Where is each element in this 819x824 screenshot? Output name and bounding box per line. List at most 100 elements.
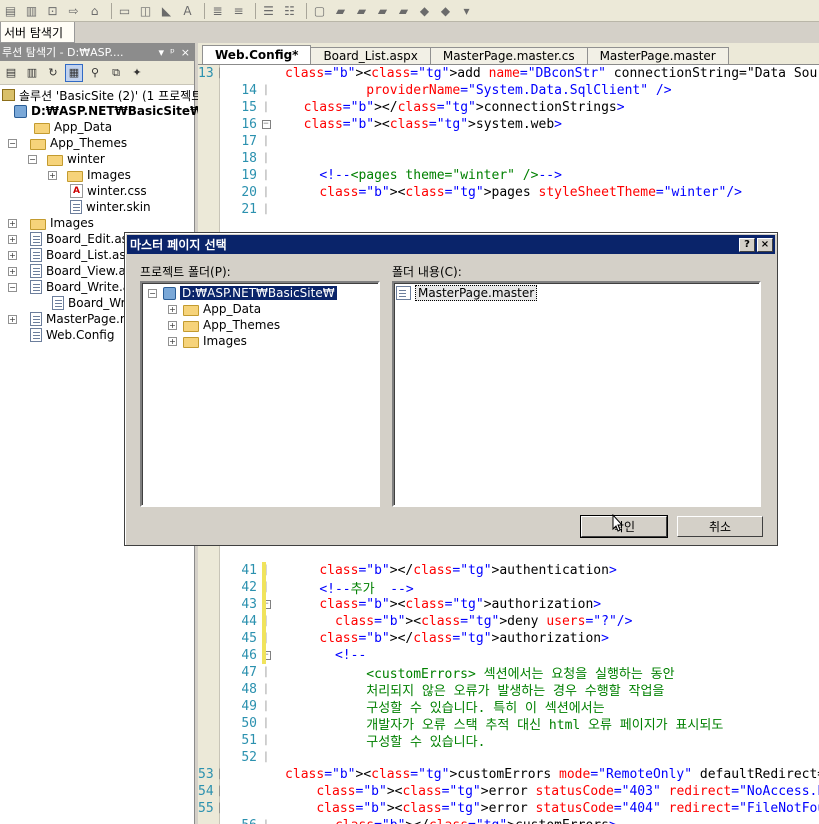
tree-item[interactable]: + App_Data [168,301,261,317]
tab-board-list[interactable]: Board_List.aspx [310,47,431,64]
toolbar-button[interactable]: ≡ [230,3,247,19]
ok-button[interactable]: 확인 [580,515,668,538]
code-line[interactable]: 13 │ class="b"><class="tg">add name="DBco… [198,65,819,82]
expand-icon[interactable]: + [48,170,57,180]
server-explorer-tab[interactable]: 서버 탐색기 [0,22,75,43]
toolbar-button[interactable]: ☷ [281,3,298,19]
toolbar-button[interactable]: ◣ [158,3,175,19]
tree-item[interactable]: + Board_Edit.aspx [8,231,143,247]
toolbar-button[interactable]: ◆ [437,3,454,19]
tree-item[interactable]: App_Data [34,119,112,135]
expand-icon[interactable]: + [168,304,177,314]
tree-item[interactable]: − winter [28,151,105,167]
code-line[interactable]: 52 │ [198,749,819,766]
collapse-icon[interactable]: − [8,282,17,292]
toolbar-button[interactable]: ◫ [137,3,154,19]
code-line[interactable]: 55 │ class="b"><class="tg">error statusCo… [198,800,819,817]
tree-item[interactable]: + Images [48,167,131,183]
project-folder-tree[interactable]: − D:₩ASP.NET₩BasicSite₩ + App_Data + App_Th… [140,281,380,507]
tree-item[interactable]: D:₩ASP.NET₩BasicSite₩ [14,103,203,119]
copy-website-icon[interactable]: ⧉ [107,64,125,82]
code-line[interactable]: 21 │ [198,201,819,218]
code-line[interactable]: 51 │ 구성할 수 있습니다. [198,732,819,750]
toolbar-button[interactable]: ☰ [260,3,277,19]
tree-item[interactable]: winter.skin [70,199,151,215]
solution-explorer-toolbar: ▤ ▥ ↻ ▦ ⚲ ⧉ ✦ [0,61,194,85]
tree-item[interactable]: − D:₩ASP.NET₩BasicSite₩ [148,285,337,301]
code-line[interactable]: 44│ class="b"><class="tg">deny users="?"… [198,613,819,630]
code-line[interactable]: 46− <!-- [198,647,819,664]
tree-item[interactable]: 솔루션 'BasicSite (2)' (1 프로젝트 [2,87,202,103]
code-line[interactable]: 19 │ <!--<pages theme="winter" />--> [198,167,819,184]
tab-masterpage-cs[interactable]: MasterPage.master.cs [429,47,588,64]
toolbar-button[interactable]: ▤ [2,3,19,19]
nest-files-icon[interactable]: ▦ [65,63,83,82]
folder-contents-list[interactable]: MasterPage.master [392,281,761,507]
expand-icon[interactable]: + [8,234,17,244]
toolbar-button[interactable]: ▢ [311,3,328,19]
code-line[interactable]: 18 │ [198,150,819,167]
show-all-files-icon[interactable]: ▥ [23,64,41,82]
toolbar-button[interactable]: ▥ [23,3,40,19]
code-line[interactable]: 43− class="b"><class="tg">authorization> [198,596,819,613]
toolbar-button[interactable]: ▭ [116,3,133,19]
collapse-icon[interactable]: − [28,154,37,164]
toolbar-button[interactable]: ▰ [395,3,412,19]
tab-masterpage[interactable]: MasterPage.master [586,47,729,64]
tab-web-config[interactable]: Web.Config* [202,45,312,64]
toolbar-button[interactable]: A [179,3,196,19]
code-line[interactable]: 53 │ class="b"><class="tg">customErrors m… [198,766,819,783]
tree-item[interactable]: + Board_List.aspx [8,247,140,263]
code-line[interactable]: 50 │ 개발자가 오류 스택 추적 대신 html 오류 페이지가 표시되도 [198,715,819,733]
toolbar-button[interactable]: ≣ [209,3,226,19]
toolbar-button[interactable]: ⇨ [65,3,82,19]
code-line[interactable]: 14 │ providerName="System.Data.SqlClient"… [198,82,819,99]
toolbar-button[interactable]: ▰ [353,3,370,19]
dropdown-icon[interactable]: ▾ [159,46,165,59]
code-line[interactable]: 47 │ <customErrors> 섹션에서는 요청을 실행하는 동안 [198,664,819,682]
tree-item[interactable]: + Images [168,333,247,349]
asp-config-icon[interactable]: ✦ [128,64,146,82]
collapse-icon[interactable]: − [8,138,17,148]
code-line[interactable]: 49 │ 구성할 수 있습니다. 특히 이 섹션에서는 [198,698,819,716]
tree-item[interactable]: Awinter.css [70,183,147,199]
refresh-icon[interactable]: ↻ [44,64,62,82]
list-item[interactable]: MasterPage.master [396,285,538,301]
view-designer-icon[interactable]: ⚲ [86,64,104,82]
tree-item[interactable]: − App_Themes [8,135,127,151]
expand-icon[interactable]: + [168,336,177,346]
toolbar-button[interactable]: ▾ [458,3,475,19]
toolbar-button[interactable]: ⊡ [44,3,61,19]
help-button[interactable]: ? [739,237,755,252]
tree-item[interactable]: + Images [8,215,94,231]
expand-icon[interactable]: + [8,314,17,324]
code-line[interactable]: 48 │ 처리되지 않은 오류가 발생하는 경우 수행할 작업을 [198,681,819,699]
code-line[interactable]: 20 │ class="b"><class="tg">pages styleShe… [198,184,819,201]
code-line[interactable]: 16− class="b"><class="tg">system.web> [198,116,819,133]
cancel-button[interactable]: 취소 [677,516,763,537]
expand-icon[interactable]: + [8,250,17,260]
code-line[interactable]: 54 │ class="b"><class="tg">error statusCo… [198,783,819,800]
collapse-icon[interactable]: − [148,288,157,298]
code-line[interactable]: 56│ class="b"></class="tg">customErrors> [198,817,819,824]
expand-icon[interactable]: + [168,320,177,330]
code-line[interactable]: 41│ class="b"></class="tg">authenticatio… [198,562,819,579]
toolbar-button[interactable]: ⌂ [86,3,103,19]
collapse-icon[interactable]: − [260,116,272,133]
pin-icon[interactable]: ᵖ [170,46,175,59]
code-line[interactable]: 15 │ class="b"></class="tg">connectionStr… [198,99,819,116]
close-icon[interactable]: × [181,46,190,59]
code-line[interactable]: 42│ <!--추가 --> [198,579,819,597]
tree-item[interactable]: Web.Config [30,327,114,343]
toolbar-button[interactable]: ▰ [332,3,349,19]
expand-icon[interactable]: + [8,218,17,228]
code-line[interactable]: 17 │ [198,133,819,150]
code-line[interactable]: 45│ class="b"></class="tg">authorization… [198,630,819,647]
expand-icon[interactable]: + [8,266,17,276]
tree-item[interactable]: + App_Themes [168,317,280,333]
line-number: 55 [198,801,214,816]
properties-icon[interactable]: ▤ [2,64,20,82]
toolbar-button[interactable]: ▰ [374,3,391,19]
close-button[interactable]: × [757,237,773,252]
toolbar-button[interactable]: ◆ [416,3,433,19]
